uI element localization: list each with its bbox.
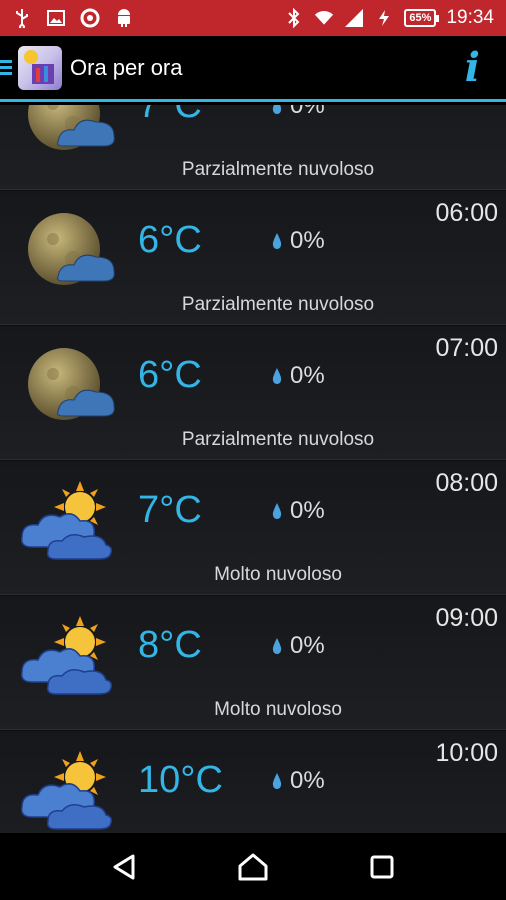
hour-rain: 0% <box>272 105 325 120</box>
rain-probability: 0% <box>290 632 325 659</box>
hour-row[interactable]: 08:00 7°C 0% Molto nuvoloso <box>0 461 506 595</box>
hour-row[interactable]: 7°C 0% Parzialmente nuvoloso <box>0 105 506 190</box>
hourly-list[interactable]: 7°C 0% Parzialmente nuvoloso 06:00 6°C 0… <box>0 105 506 833</box>
hour-temperature: 6°C <box>138 354 202 396</box>
moon-cloud-icon <box>18 346 118 426</box>
hour-temperature: 7°C <box>138 489 202 531</box>
sun-clouds-icon <box>18 481 118 561</box>
hour-rain: 0% <box>272 767 325 795</box>
hour-temperature: 7°C <box>138 105 202 126</box>
rain-drop-icon <box>272 105 282 114</box>
hour-temperature: 6°C <box>138 219 202 261</box>
hour-row[interactable]: 06:00 6°C 0% Parzialmente nuvoloso <box>0 191 506 325</box>
hour-description: Parzialmente nuvoloso <box>181 159 375 180</box>
drawer-menu-icon[interactable] <box>0 60 14 75</box>
status-bar: 65% 19:34 <box>0 0 506 36</box>
rain-drop-icon <box>272 233 282 249</box>
moon-cloud-icon <box>18 211 118 291</box>
image-icon <box>46 8 66 28</box>
hour-row[interactable]: 07:00 6°C 0% Parzialmente nuvoloso <box>0 326 506 460</box>
bluetooth-icon <box>284 8 304 28</box>
hour-time: 10:00 <box>435 739 498 767</box>
hour-description: Parzialmente nuvoloso <box>181 294 375 315</box>
hour-description: Molto nuvoloso <box>214 699 342 720</box>
rain-probability: 0% <box>290 767 325 794</box>
hour-time: 08:00 <box>435 469 498 497</box>
info-button[interactable]: i <box>465 47 480 88</box>
hour-rain: 0% <box>272 227 325 255</box>
battery-level: 65% <box>404 9 440 27</box>
hour-rain: 0% <box>272 632 325 660</box>
sun-clouds-icon <box>18 616 118 696</box>
rain-drop-icon <box>272 773 282 789</box>
app-logo[interactable] <box>18 45 62 90</box>
hour-description: Molto nuvoloso <box>214 564 342 585</box>
rain-probability: 0% <box>290 362 325 389</box>
moon-cloud-icon <box>18 105 118 156</box>
usb-icon <box>12 8 32 28</box>
wifi-icon <box>314 8 334 28</box>
hour-temperature: 10°C <box>138 759 223 801</box>
back-icon[interactable] <box>104 847 144 887</box>
hour-time: 06:00 <box>435 199 498 227</box>
signal-icon <box>344 8 364 28</box>
rain-drop-icon <box>272 368 282 384</box>
app-bar: Ora per ora i <box>0 36 506 102</box>
recents-icon[interactable] <box>362 847 402 887</box>
rain-drop-icon <box>272 638 282 654</box>
navigation-bar <box>0 833 506 900</box>
app-icon <box>80 8 100 28</box>
battery-charging-icon <box>374 8 394 28</box>
android-icon <box>114 8 134 28</box>
hour-rain: 0% <box>272 497 325 525</box>
rain-drop-icon <box>272 503 282 519</box>
rain-probability: 0% <box>290 497 325 524</box>
hour-row[interactable]: 10:00 10°C 0% <box>0 731 506 833</box>
hour-time: 07:00 <box>435 334 498 362</box>
hour-row[interactable]: 09:00 8°C 0% Molto nuvoloso <box>0 596 506 730</box>
sun-clouds-icon <box>18 751 118 831</box>
home-icon[interactable] <box>233 847 273 887</box>
hour-time: 09:00 <box>435 604 498 632</box>
rain-probability: 0% <box>290 105 325 119</box>
clock: 19:34 <box>446 7 494 28</box>
hour-temperature: 8°C <box>138 624 202 666</box>
hour-description: Parzialmente nuvoloso <box>181 429 375 450</box>
page-title: Ora per ora <box>70 54 183 80</box>
hour-rain: 0% <box>272 362 325 390</box>
rain-probability: 0% <box>290 227 325 254</box>
